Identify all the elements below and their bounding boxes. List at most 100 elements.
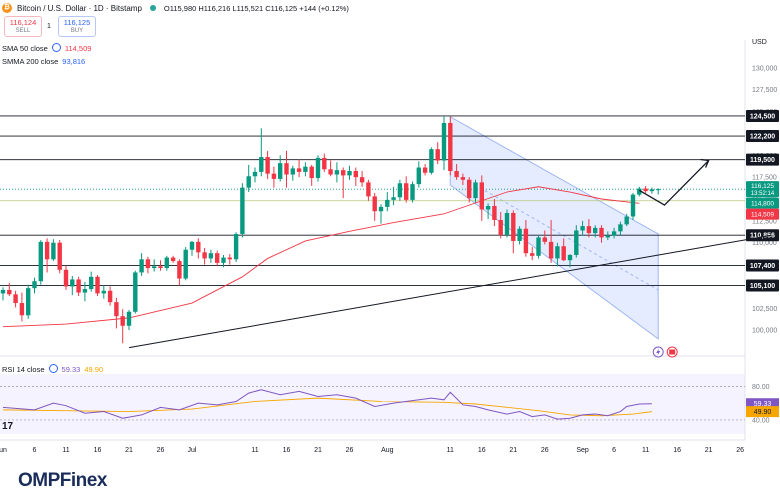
currency-label: USD	[752, 39, 767, 46]
candle	[586, 226, 592, 234]
buy-label: BUY	[70, 28, 84, 34]
sell-label: SELL	[15, 28, 31, 34]
candle	[145, 259, 151, 269]
candle	[404, 183, 409, 200]
market-status-icon	[149, 5, 156, 11]
smma200-legend[interactable]: SMMA 200 close 93,816	[2, 57, 85, 66]
candle	[196, 241, 201, 253]
candle	[353, 171, 358, 178]
brand-logo: OMPFinex	[18, 470, 107, 491]
last-price-label: 116,125	[751, 183, 774, 190]
x-tick-label: 11	[447, 447, 454, 454]
candle	[101, 290, 106, 294]
x-tick-label: Sep	[576, 447, 589, 454]
x-tick-label: 6	[33, 447, 37, 454]
candle	[38, 241, 43, 282]
candle	[170, 257, 176, 262]
rsi-pane-background	[0, 374, 745, 434]
candle	[605, 235, 610, 238]
y-tick-label: 110,000	[752, 240, 777, 247]
candle	[126, 311, 132, 326]
candle	[435, 149, 440, 161]
y-tick-label: 127,500	[752, 87, 777, 94]
candle	[278, 163, 283, 179]
candle	[315, 157, 321, 179]
candle	[643, 188, 648, 192]
candle	[473, 182, 478, 199]
countdown-label: 13:52:14	[751, 191, 775, 197]
settings-icon[interactable]	[48, 364, 58, 373]
candle	[372, 196, 377, 212]
candle	[296, 168, 302, 172]
candle	[630, 194, 636, 217]
candle	[139, 259, 144, 273]
candle	[397, 183, 403, 198]
candle	[252, 171, 258, 177]
candle	[385, 199, 390, 207]
candle	[152, 266, 157, 269]
candle	[233, 233, 239, 260]
y-tick-label: 130,000	[752, 65, 777, 72]
y-tick-label: 117,500	[752, 175, 777, 182]
y-tick-label: 102,500	[752, 306, 777, 313]
candle	[567, 254, 573, 261]
candle	[410, 184, 415, 200]
candle	[76, 279, 81, 293]
x-tick-label: Jul	[188, 447, 197, 454]
sma50-legend[interactable]: SMA 50 close 114,509	[2, 43, 91, 53]
price-label: 114,509	[751, 212, 774, 219]
x-tick-label: 16	[478, 447, 486, 454]
settings-icon[interactable]	[51, 43, 61, 52]
candle	[265, 157, 270, 174]
x-tick-label: Aug	[381, 447, 394, 454]
candle	[240, 187, 245, 234]
symbol-row: ₿ Bitcoin / U.S. Dollar · 1D · Bitstamp …	[2, 3, 349, 13]
candle	[107, 290, 113, 303]
candle	[51, 242, 56, 260]
candle	[189, 241, 195, 250]
candle	[70, 279, 75, 287]
candle	[303, 166, 308, 172]
chart-header: ₿ Bitcoin / U.S. Dollar · 1D · Bitstamp …	[0, 0, 470, 66]
symbol-title[interactable]: Bitcoin / U.S. Dollar · 1D · Bitstamp	[17, 4, 142, 13]
level-label: 122,200	[750, 134, 775, 141]
candle	[284, 163, 289, 175]
ohlc-values: O115,980 H116,216 L115,521 C116,125 +144…	[163, 3, 349, 13]
candle	[164, 257, 169, 269]
x-tick-label: 11	[251, 447, 258, 454]
x-tick-label: 6	[612, 447, 616, 454]
tradingview-logo[interactable]: 17	[2, 421, 13, 432]
candle	[555, 246, 560, 259]
candle	[467, 179, 472, 199]
candle	[656, 189, 661, 191]
buy-price: 116,125	[63, 18, 91, 27]
candle	[422, 167, 428, 173]
candle	[26, 288, 31, 316]
candle	[359, 177, 365, 183]
smma200-value: 93,816	[62, 57, 86, 66]
sell-price: 116,124	[9, 18, 37, 27]
x-tick-label: 11	[642, 447, 649, 454]
candle	[246, 176, 251, 188]
candle	[82, 289, 88, 293]
x-tick-label: 16	[283, 447, 291, 454]
candle	[523, 228, 529, 254]
x-tick-label: 21	[314, 447, 322, 454]
candle	[13, 294, 18, 304]
candle	[208, 253, 214, 259]
candle	[19, 303, 25, 316]
sell-button[interactable]: 116,124 SELL	[4, 16, 42, 37]
rsi-tick-label: 80.00	[752, 384, 770, 391]
x-tick-label: 16	[94, 447, 102, 454]
candle	[517, 228, 522, 241]
flag-glyph	[669, 349, 676, 355]
price-chart[interactable]: USD100,000102,500105,000107,500110,00011…	[0, 0, 780, 503]
candle	[0, 289, 6, 294]
candle	[44, 241, 50, 260]
buy-button[interactable]: 116,125 BUY	[58, 16, 96, 37]
rsi-legend[interactable]: RSI 14 close 59.33 49.90	[2, 364, 103, 374]
x-tick-label: 21	[125, 447, 133, 454]
candle	[391, 197, 396, 200]
candle	[32, 281, 37, 289]
sma50-value: 114,509	[64, 44, 92, 53]
